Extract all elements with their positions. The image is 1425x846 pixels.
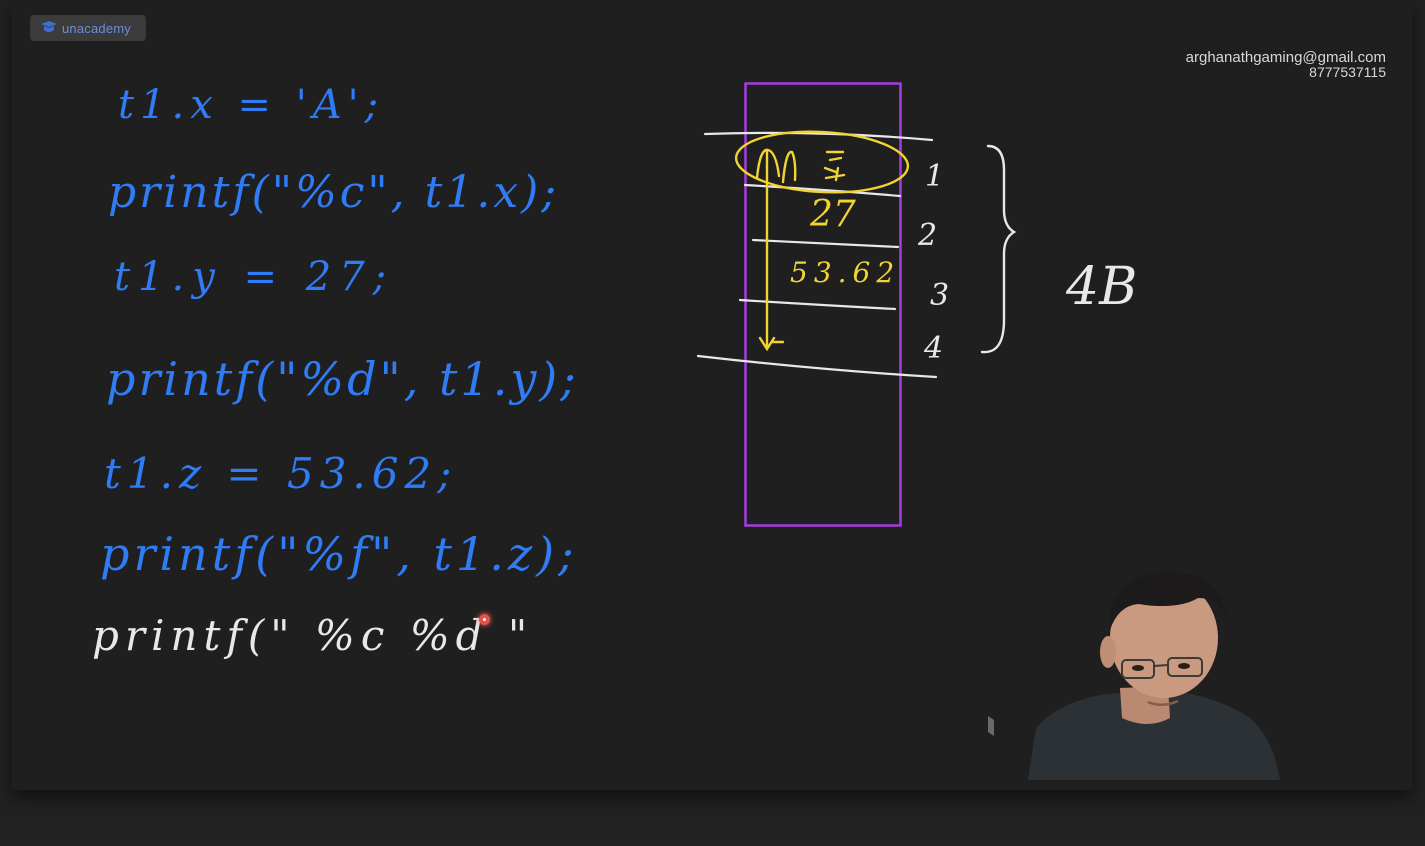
code-line: t1.y = 27; [114, 254, 394, 300]
row-number: 2 [917, 218, 937, 253]
cell-value: 27 [809, 194, 856, 235]
code-line: t1.x = 'A'; [118, 82, 384, 128]
row-number: 1 [925, 159, 944, 194]
presenter-silhouette [988, 572, 1280, 780]
code-line: t1.z = 53.62; [104, 449, 457, 498]
laser-pointer [479, 614, 490, 625]
curly-brace [980, 144, 1017, 354]
code-line: printf("%d", t1.y); [106, 352, 579, 406]
row-number-labels: 1 2 3 4 [917, 159, 949, 366]
presenter-video [988, 568, 1284, 780]
row-number: 4 [923, 331, 943, 366]
cell-value: 53.62 [790, 256, 900, 289]
code-block: t1.x = 'A'; printf("%c", t1.x); t1.y = 2… [92, 82, 579, 660]
row-number: 3 [930, 278, 949, 313]
code-line: printf("%f", t1.z); [100, 527, 578, 581]
code-line: printf(" %c %d " [92, 611, 533, 660]
size-label: 4B [1065, 257, 1137, 317]
yellow-annotations [734, 130, 910, 352]
down-arrow [758, 148, 785, 352]
code-line: printf("%c", t1.x); [108, 167, 559, 218]
